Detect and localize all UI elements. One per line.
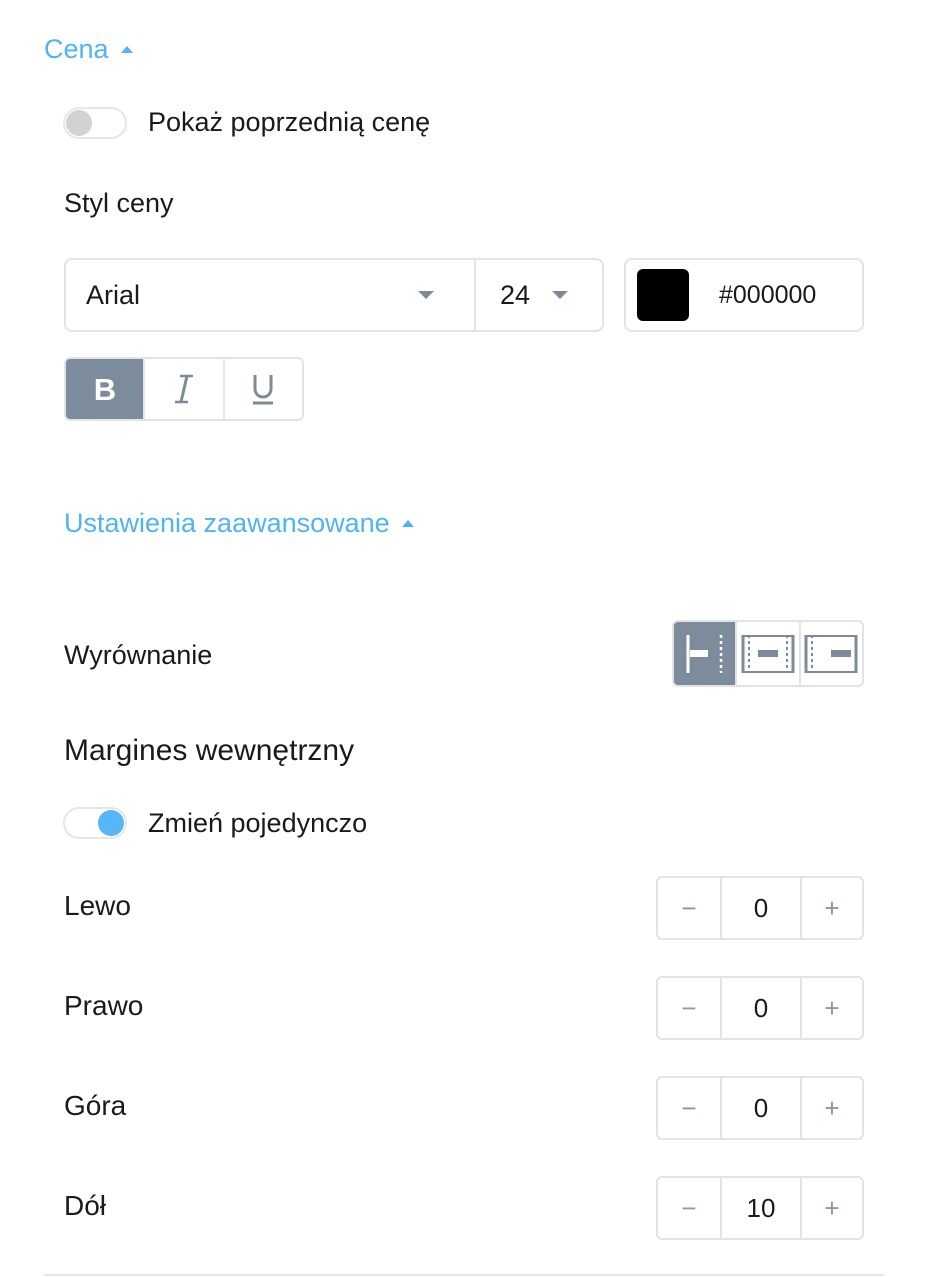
align-right-icon [804,634,858,673]
font-family-select[interactable]: Arial [66,260,476,330]
color-swatch [637,269,689,321]
padding-right-stepper: − 0 + [656,976,864,1040]
decrement-button[interactable]: − [658,878,722,938]
align-left-icon [686,634,722,673]
font-size-value: 24 [500,279,531,310]
bold-button[interactable]: B [66,359,146,419]
padding-top-value[interactable]: 0 [722,1078,800,1138]
change-individually-switch[interactable] [63,807,127,839]
align-left-button[interactable] [674,622,738,685]
decrement-button[interactable]: − [658,1078,722,1138]
padding-left-stepper: − 0 + [656,876,864,940]
price-section-title: Cena [44,34,109,64]
advanced-settings-title: Ustawienia zaawansowane [64,508,390,538]
font-settings-group: Arial 24 [64,258,604,332]
increment-button[interactable]: + [800,1178,862,1238]
show-previous-price-switch[interactable] [63,107,127,139]
chevron-down-icon [552,291,568,299]
font-size-select[interactable]: 24 [476,260,602,330]
switch-knob [66,110,92,136]
padding-bottom-stepper: − 10 + [656,1176,864,1240]
increment-button[interactable]: + [800,878,862,938]
text-style-group: B [64,357,304,421]
section-divider [44,1274,884,1276]
caret-up-icon [120,46,133,53]
chevron-down-icon [418,291,434,299]
padding-left-value[interactable]: 0 [722,878,800,938]
change-individually-label: Zmień pojedynczo [148,808,368,838]
underline-icon [253,375,274,405]
padding-bottom-value[interactable]: 10 [722,1178,800,1238]
padding-right-value[interactable]: 0 [722,978,800,1038]
bold-icon: B [93,374,115,404]
padding-top-stepper: − 0 + [656,1076,864,1140]
italic-icon [174,374,193,404]
italic-button[interactable] [145,359,225,419]
show-previous-price-label: Pokaż poprzednią cenę [148,107,431,137]
caret-up-icon [401,520,414,527]
color-hex-value: #000000 [719,280,817,309]
decrement-button[interactable]: − [658,978,722,1038]
alignment-label: Wyrównanie [64,640,213,670]
increment-button[interactable]: + [800,1078,862,1138]
align-center-icon [741,634,795,673]
price-style-heading: Styl ceny [64,188,174,218]
padding-top-label: Góra [64,1090,127,1121]
align-center-button[interactable] [737,622,801,685]
switch-knob [98,810,124,836]
padding-left-label: Lewo [64,890,131,921]
svg-text:B: B [93,374,115,404]
align-right-button[interactable] [801,622,862,685]
font-family-value: Arial [86,279,141,310]
alignment-group [672,620,864,687]
underline-button[interactable] [225,359,302,419]
advanced-settings-toggle[interactable]: Ustawienia zaawansowane [64,508,414,539]
padding-bottom-label: Dół [64,1190,107,1221]
decrement-button[interactable]: − [658,1178,722,1238]
price-settings-panel: Cena Pokaż poprzednią cenę Styl ceny Ari… [0,0,928,1278]
color-picker[interactable]: #000000 [624,258,864,332]
padding-heading: Margines wewnętrzny [64,734,355,767]
price-section-toggle[interactable]: Cena [44,34,133,65]
padding-right-label: Prawo [64,990,144,1021]
increment-button[interactable]: + [800,978,862,1038]
